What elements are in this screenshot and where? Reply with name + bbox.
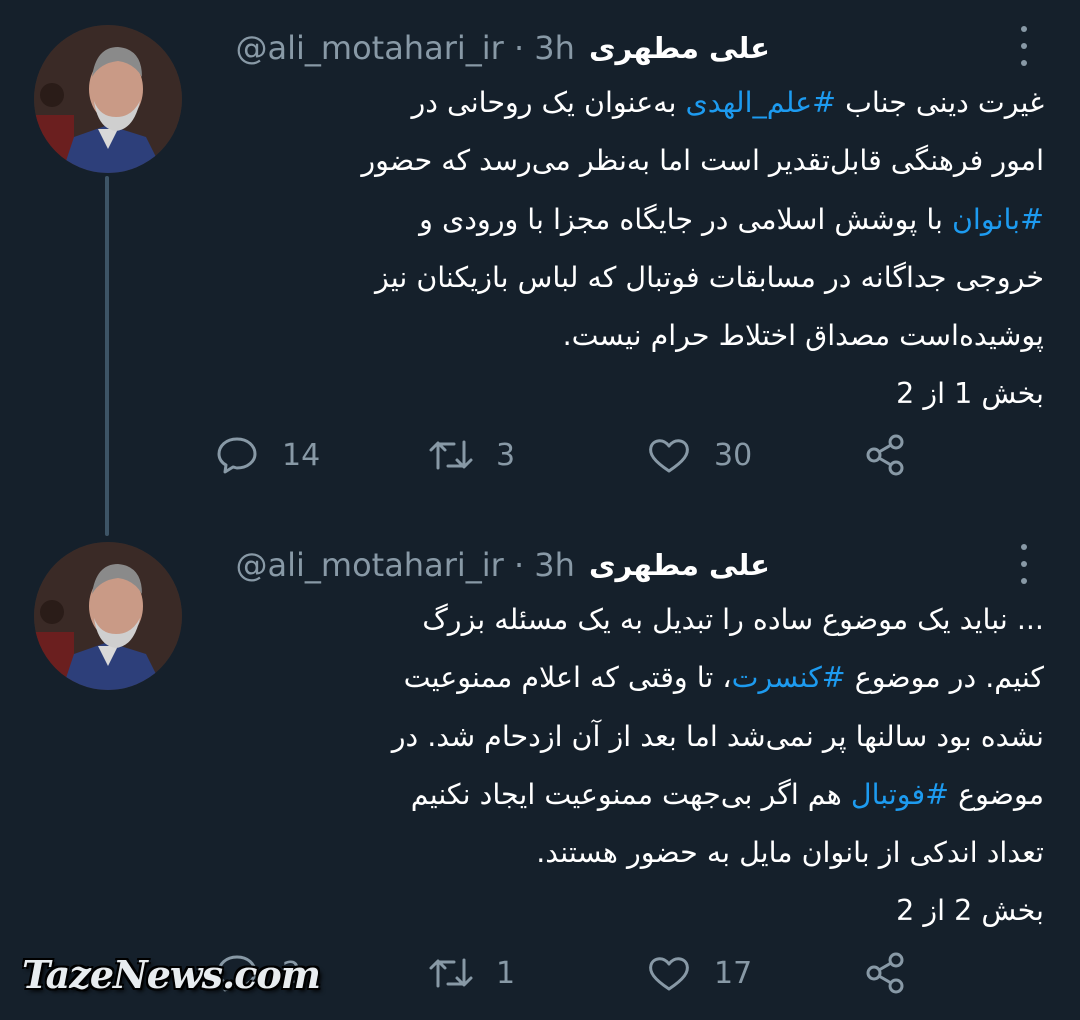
retweet-button[interactable]: 3 <box>428 432 515 478</box>
watermark-logo: TazeNews.com <box>22 952 321 997</box>
like-icon <box>649 439 689 473</box>
tweet-line: امور فرهنگی قابل‌تقدیر است اما به‌نظر می… <box>361 144 1044 178</box>
hashtag-link[interactable]: #کنسرت <box>732 661 846 694</box>
like-count: 17 <box>714 955 753 991</box>
like-button[interactable]: 30 <box>646 432 752 478</box>
tweet-line: ... نباید یک موضوع ساده را تبدیل به یک م… <box>422 603 1044 636</box>
share-icon <box>866 434 904 476</box>
more-icon[interactable] <box>1016 26 1032 66</box>
share-button[interactable] <box>862 950 908 996</box>
like-icon <box>649 957 689 991</box>
thread-connector-line <box>105 176 109 536</box>
share-button[interactable] <box>862 432 908 478</box>
author-name[interactable]: علی مطهری <box>589 31 770 65</box>
tweet-line: بخش 1 از 2 <box>896 377 1044 411</box>
retweet-button[interactable]: 1 <box>428 950 515 996</box>
avatar[interactable] <box>34 25 182 173</box>
tweet-line: #بانوان با پوشش اسلامی در جایگاه مجزا با… <box>419 202 1044 236</box>
tweet-header: @ali_motahari_ir · 3h علی مطهری <box>236 543 771 587</box>
tweet-line: نشده بود سالنها پر نمی‌شد اما بعد از آن … <box>391 719 1044 753</box>
tweet-line: پوشیده‌است مصداق اختلاط حرام نیست. <box>562 319 1044 353</box>
hashtag-link[interactable]: #بانوان <box>952 203 1044 236</box>
hashtag-link[interactable]: #فوتبال <box>851 778 949 811</box>
author-name[interactable]: علی مطهری <box>589 548 770 582</box>
tweet-header: @ali_motahari_ir · 3h علی مطهری <box>236 26 771 70</box>
tweet-line: خروجی جداگانه در مسابقات فوتبال که لباس … <box>375 260 1044 294</box>
reply-count: 14 <box>282 437 321 473</box>
more-icon[interactable] <box>1016 544 1032 584</box>
tweet-text: ... نباید یک موضوع ساده را تبدیل به یک م… <box>214 591 1044 941</box>
retweet-count: 1 <box>496 955 516 991</box>
tweet-line: تعداد اندکی از بانوان مایل به حضور هستند… <box>536 836 1044 870</box>
hashtag-link[interactable]: #علم_الهدی <box>686 86 837 119</box>
tweet-handle[interactable]: @ali_motahari_ir · 3h <box>236 546 575 584</box>
reply-icon <box>217 437 257 474</box>
like-count: 30 <box>714 437 753 473</box>
tweet-actions: 14 3 30 <box>0 432 1080 478</box>
reply-button[interactable]: 14 <box>214 432 320 478</box>
avatar[interactable] <box>34 542 182 690</box>
like-button[interactable]: 17 <box>646 950 752 996</box>
tweet-line: کنیم. در موضوع #کنسرت، تا وقتی که اعلام … <box>403 661 1044 695</box>
tweet-handle[interactable]: @ali_motahari_ir · 3h <box>236 29 575 67</box>
tweet-line: موضوع #فوتبال هم اگر بی‌جهت ممنوعیت ایجا… <box>410 777 1044 811</box>
retweet-icon <box>429 440 473 470</box>
tweet-line: غیرت دینی جناب #علم_الهدی به‌عنوان یک رو… <box>411 86 1044 119</box>
retweet-icon <box>429 958 473 988</box>
share-icon <box>866 952 904 994</box>
retweet-count: 3 <box>496 437 516 473</box>
tweet-text: غیرت دینی جناب #علم_الهدی به‌عنوان یک رو… <box>214 74 1044 424</box>
tweet-line: بخش 2 از 2 <box>896 894 1044 928</box>
